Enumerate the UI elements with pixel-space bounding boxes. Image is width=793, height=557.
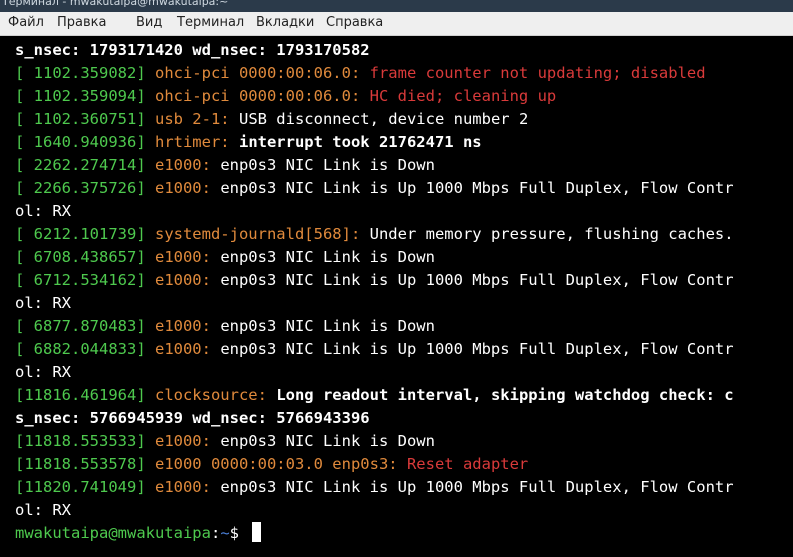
prompt-user: mwakutaipa@mwakutaipa	[15, 524, 211, 542]
log-timestamp: [ 6882.044833]	[15, 340, 155, 358]
log-timestamp: [ 1102.359094]	[15, 87, 155, 105]
log-timestamp: [11818.553533]	[15, 432, 155, 450]
terminal-line: [11816.461964] clocksource: Long readout…	[15, 384, 734, 407]
terminal-line: [11818.553533] e1000: enp0s3 NIC Link is…	[15, 430, 435, 453]
terminal-output[interactable]: s_nsec: 1793171420 wd_nsec: 1793170582 [ …	[0, 36, 793, 557]
log-timestamp: [ 2266.375726]	[15, 179, 155, 197]
terminal-line: [ 1102.359094] ohci-pci 0000:00:06.0: HC…	[15, 85, 556, 108]
log-source: e1000:	[154, 340, 221, 358]
log-source: systemd-journald[568]:	[154, 225, 370, 243]
terminal-line: ol: RX	[15, 292, 71, 315]
shell-prompt[interactable]: mwakutaipa@mwakutaipa:~$	[15, 522, 262, 545]
terminal-line: [ 1102.359082] ohci-pci 0000:00:06.0: fr…	[15, 62, 706, 85]
log-source: e1000:	[154, 179, 221, 197]
log-message: enp0s3 NIC Link is Up 1000 Mbps Full Dup…	[220, 340, 734, 358]
log-timestamp: [ 6212.101739]	[15, 225, 155, 243]
log-source: e1000:	[154, 478, 221, 496]
terminal-line: [ 1102.360751] usb 2-1: USB disconnect, …	[15, 108, 528, 131]
log-message: enp0s3 NIC Link is Down	[220, 156, 435, 174]
terminal-line: [ 6708.438657] e1000: enp0s3 NIC Link is…	[15, 246, 435, 269]
terminal-line: ol: RX	[15, 200, 71, 223]
log-source: ohci-pci 0000:00:06.0:	[154, 64, 370, 82]
log-timestamp: [ 1102.359082]	[15, 64, 155, 82]
prompt-separator: :	[210, 524, 221, 542]
terminal-line: ol: RX	[15, 361, 71, 384]
log-source: e1000:	[154, 432, 221, 450]
terminal-line: [ 6882.044833] e1000: enp0s3 NIC Link is…	[15, 338, 734, 361]
terminal-line: [11820.741049] e1000: enp0s3 NIC Link is…	[15, 476, 734, 499]
log-message: enp0s3 NIC Link is Down	[220, 432, 435, 450]
log-message: Under memory pressure, flushing caches.	[369, 225, 734, 243]
menu-item-tabs[interactable]: Вкладки	[256, 15, 314, 30]
window-title: Терминал - mwakutaipa@mwakutaipa:~	[2, 0, 229, 8]
log-source: e1000 0000:00:03.0 enp0s3:	[154, 455, 407, 473]
terminal-line: [11818.553578] e1000 0000:00:03.0 enp0s3…	[15, 453, 528, 476]
terminal-line: ol: RX	[15, 499, 71, 522]
log-source: e1000:	[154, 248, 221, 266]
log-message: enp0s3 NIC Link is Down	[220, 317, 435, 335]
terminal-line: [ 1640.940936] hrtimer: interrupt took 2…	[15, 131, 482, 154]
log-timestamp: [ 1102.360751]	[15, 110, 155, 128]
log-source: e1000:	[154, 271, 221, 289]
log-timestamp: [ 6712.534162]	[15, 271, 155, 289]
menu-item-help[interactable]: Справка	[326, 15, 383, 30]
log-timestamp: [11820.741049]	[15, 478, 155, 496]
log-source: hrtimer:	[154, 133, 239, 151]
log-source: clocksource:	[154, 386, 277, 404]
log-message: enp0s3 NIC Link is Up 1000 Mbps Full Dup…	[220, 478, 734, 496]
log-message: Long readout interval, skipping watchdog…	[276, 386, 734, 404]
window-titlebar[interactable]: Терминал - mwakutaipa@mwakutaipa:~	[0, 0, 793, 12]
log-timestamp: [ 2262.274714]	[15, 156, 155, 174]
text-cursor	[252, 522, 262, 542]
menu-item-edit[interactable]: Правка	[57, 15, 106, 30]
log-timestamp: [ 1640.940936]	[15, 133, 155, 151]
log-timestamp: [ 6877.870483]	[15, 317, 155, 335]
terminal-line: [ 6212.101739] systemd-journald[568]: Un…	[15, 223, 734, 246]
log-message: enp0s3 NIC Link is Up 1000 Mbps Full Dup…	[220, 179, 734, 197]
menu-bar: Файл Правка Вид Терминал Вкладки Справка	[0, 12, 793, 36]
menu-item-view[interactable]: Вид	[136, 15, 162, 30]
log-message: ol: RX	[15, 363, 71, 381]
log-source: ohci-pci 0000:00:06.0:	[154, 87, 370, 105]
log-source: usb 2-1:	[154, 110, 239, 128]
log-message: s_nsec: 5766945939 wd_nsec: 5766943396	[15, 409, 370, 427]
log-message: frame counter not updating; disabled	[369, 64, 706, 82]
log-message: Reset adapter	[406, 455, 529, 473]
log-timestamp: [ 6708.438657]	[15, 248, 155, 266]
log-message: interrupt took 21762471 ns	[238, 133, 482, 151]
log-message: USB disconnect, device number 2	[238, 110, 529, 128]
log-message: ol: RX	[15, 501, 71, 519]
log-source: e1000:	[154, 317, 221, 335]
log-timestamp: [11818.553578]	[15, 455, 155, 473]
log-message: enp0s3 NIC Link is Up 1000 Mbps Full Dup…	[220, 271, 734, 289]
prompt-symbol: $	[229, 524, 249, 542]
terminal-line: [ 2262.274714] e1000: enp0s3 NIC Link is…	[15, 154, 435, 177]
prompt-path: ~	[220, 524, 230, 542]
log-message: ol: RX	[15, 294, 71, 312]
terminal-line: s_nsec: 5766945939 wd_nsec: 5766943396	[15, 407, 370, 430]
terminal-line: s_nsec: 1793171420 wd_nsec: 1793170582	[15, 39, 370, 62]
log-source: e1000:	[154, 156, 221, 174]
terminal-line: [ 6877.870483] e1000: enp0s3 NIC Link is…	[15, 315, 435, 338]
menu-item-terminal[interactable]: Терминал	[177, 15, 244, 30]
log-message: s_nsec: 1793171420 wd_nsec: 1793170582	[15, 41, 370, 59]
log-message: HC died; cleaning up	[369, 87, 557, 105]
log-timestamp: [11816.461964]	[15, 386, 155, 404]
log-message: ol: RX	[15, 202, 71, 220]
terminal-line: [ 6712.534162] e1000: enp0s3 NIC Link is…	[15, 269, 734, 292]
menu-item-file[interactable]: Файл	[8, 15, 44, 30]
terminal-line: [ 2266.375726] e1000: enp0s3 NIC Link is…	[15, 177, 734, 200]
log-message: enp0s3 NIC Link is Down	[220, 248, 435, 266]
